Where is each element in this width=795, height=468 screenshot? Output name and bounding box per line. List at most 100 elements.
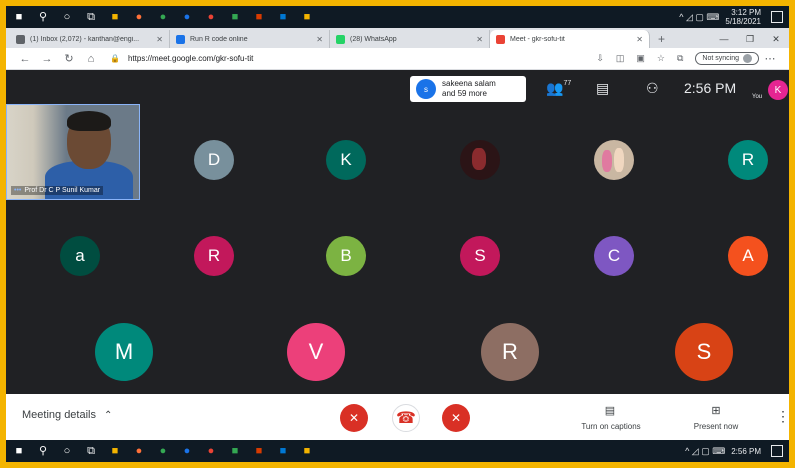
bookmark-star-icon[interactable]: ☆	[657, 53, 665, 64]
present-icon[interactable]: ⊞	[708, 404, 724, 417]
firefox-icon[interactable]: ●	[132, 10, 146, 24]
participant-tile[interactable]: S	[460, 236, 500, 276]
activities-icon[interactable]: ⚇	[646, 80, 659, 97]
forward-icon[interactable]: →	[36, 53, 58, 65]
system-tray: ^ ◿ ▢ ⌨ 3:12 PM 5/18/2021	[679, 8, 783, 26]
reload-icon[interactable]: ↻	[58, 52, 80, 65]
self-label: You	[752, 94, 763, 100]
taskbar-clock[interactable]: 3:12 PM 5/18/2021	[725, 8, 761, 26]
photo-figure	[614, 148, 624, 172]
file-explorer-icon[interactable]: ■	[108, 444, 122, 458]
notification-icon[interactable]	[771, 11, 783, 23]
windows-start-icon[interactable]: ■	[12, 444, 26, 458]
app-icon-blue[interactable]: ●	[180, 444, 194, 458]
participant-tile[interactable]: M	[95, 323, 153, 381]
participant-tile[interactable]	[594, 140, 634, 180]
windows-start-icon[interactable]: ■	[12, 10, 26, 24]
participant-avatar: D	[194, 140, 234, 180]
participant-video-tile[interactable]: ••• Prof Dr C P Sunil Kumar	[6, 104, 140, 200]
windows-taskbar-top: ■ ⚲ ○ ⧉ ■ ● ● ● ● ■ ■ ■ ■ ^ ◿ ▢ ⌨ 3:12 PM 5/18/2021	[6, 6, 789, 28]
presenting-card[interactable]: s sakeena salam and 59 more	[410, 76, 526, 102]
office-icon[interactable]: ■	[252, 444, 266, 458]
browser-tab-1[interactable]: (1) Inbox (2,072) - kanthan@engi... ✕	[10, 30, 170, 48]
menu-icon[interactable]: ⋯	[759, 52, 781, 65]
app-icon-green[interactable]: ■	[228, 10, 242, 24]
browser-icon[interactable]: ■	[276, 10, 290, 24]
download-icon[interactable]: ⇩	[596, 53, 604, 64]
sticky-notes-icon[interactable]: ■	[300, 444, 314, 458]
participant-tile[interactable]: a	[60, 236, 100, 276]
participant-tile[interactable]: R	[728, 140, 768, 180]
task-view-icon[interactable]: ⧉	[84, 444, 98, 458]
search-icon[interactable]: ⚲	[36, 444, 50, 458]
maximize-icon[interactable]: ❐	[737, 34, 763, 45]
participant-tile[interactable]: C	[594, 236, 634, 276]
browser-icon[interactable]: ■	[276, 444, 290, 458]
firefox-icon[interactable]: ●	[132, 444, 146, 458]
back-icon[interactable]: ←	[14, 53, 36, 65]
mic-off-button[interactable]: ✕	[340, 404, 368, 432]
address-bar: ← → ↻ ⌂ 🔒 https://meet.google.com/gkr-so…	[6, 48, 789, 70]
presenter-more: and 59 more	[442, 89, 487, 98]
camera-off-button[interactable]: ✕	[442, 404, 470, 432]
new-tab-button[interactable]: +	[650, 30, 673, 48]
sticky-notes-icon[interactable]: ■	[300, 10, 314, 24]
chrome-icon[interactable]: ●	[156, 10, 170, 24]
participant-tile[interactable]: S	[675, 323, 733, 381]
chrome-icon[interactable]: ●	[156, 444, 170, 458]
task-view-icon[interactable]: ⧉	[84, 10, 98, 24]
camera-permission-icon[interactable]: ◫	[616, 53, 625, 64]
people-count: 77	[563, 80, 572, 87]
participant-tile[interactable]: D	[194, 140, 234, 180]
participant-tile[interactable]: R	[194, 236, 234, 276]
browser-tab-2[interactable]: Run R code online ✕	[170, 30, 330, 48]
tab-close-icon[interactable]: ✕	[636, 35, 643, 44]
tab-favicon-icon	[176, 34, 185, 44]
collections-icon[interactable]: ⧉	[677, 53, 683, 64]
participant-tile[interactable]	[460, 140, 500, 180]
app-icon-red[interactable]: ●	[204, 444, 218, 458]
captions-icon[interactable]: ▤	[602, 404, 618, 417]
extension-icon[interactable]: ▣	[636, 53, 645, 64]
notification-icon[interactable]	[771, 445, 783, 457]
participant-tile[interactable]: K	[326, 140, 366, 180]
browser-tab-3[interactable]: (28) WhatsApp ✕	[330, 30, 490, 48]
participant-tile[interactable]: R	[481, 323, 539, 381]
cortana-icon[interactable]: ○	[60, 444, 74, 458]
chat-icon[interactable]: ▤	[596, 80, 609, 97]
office-icon[interactable]: ■	[252, 10, 266, 24]
present-now-button[interactable]: Present now	[680, 422, 752, 431]
video-participant-name: Prof Dr C P Sunil Kumar	[24, 187, 101, 194]
tab-close-icon[interactable]: ✕	[316, 35, 323, 44]
close-window-icon[interactable]: ✕	[763, 34, 789, 45]
tab-close-icon[interactable]: ✕	[476, 35, 483, 44]
address-bar-icons: ⇩ ◫ ▣ ☆ ⧉	[584, 53, 683, 64]
app-icon-red[interactable]: ●	[204, 10, 218, 24]
cortana-icon[interactable]: ○	[60, 10, 74, 24]
tab-close-icon[interactable]: ✕	[156, 35, 163, 44]
app-icon-blue[interactable]: ●	[180, 10, 194, 24]
leave-call-button[interactable]: ☎	[392, 404, 420, 432]
more-options-icon[interactable]: ⋮	[776, 408, 789, 425]
participant-tile[interactable]: B	[326, 236, 366, 276]
taskbar-clock[interactable]: 2:56 PM	[731, 447, 761, 456]
people-icon[interactable]: 👥77	[546, 80, 571, 97]
search-icon[interactable]: ⚲	[36, 10, 50, 24]
tray-icons[interactable]: ^ ◿ ▢ ⌨	[685, 446, 725, 457]
app-icon-green[interactable]: ■	[228, 444, 242, 458]
home-icon[interactable]: ⌂	[80, 53, 102, 65]
participant-avatar: C	[594, 236, 634, 276]
url-field[interactable]: 🔒 https://meet.google.com/gkr-sofu-tit	[110, 54, 584, 63]
file-explorer-icon[interactable]: ■	[108, 10, 122, 24]
browser-tab-4[interactable]: Meet - gkr-sofu-tit ✕	[490, 30, 650, 48]
meeting-details-button[interactable]: Meeting details ⌃	[22, 409, 112, 421]
participant-tile[interactable]: V	[287, 323, 345, 381]
captions-button[interactable]: Turn on captions	[568, 422, 654, 431]
participant-tile[interactable]: A	[728, 236, 768, 276]
tray-icons[interactable]: ^ ◿ ▢ ⌨	[679, 12, 719, 23]
sync-button[interactable]: Not syncing	[695, 52, 759, 65]
minimize-icon[interactable]: —	[711, 34, 737, 44]
self-avatar[interactable]: K	[768, 80, 788, 100]
profile-icon	[743, 54, 752, 63]
participant-avatar: a	[60, 236, 100, 276]
